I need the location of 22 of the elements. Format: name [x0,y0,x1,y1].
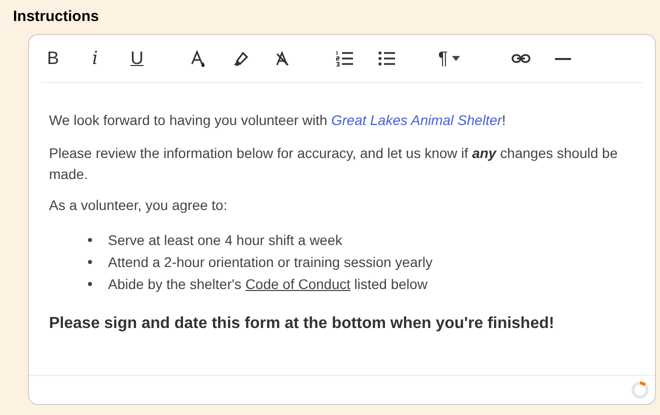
code-of-conduct-link[interactable]: Code of Conduct [245,276,350,292]
bullet-list-icon [377,48,397,68]
bullet-icon [88,238,92,242]
agreement-item: Serve at least one 4 hour shift a week [108,231,342,250]
bold-button[interactable]: B [41,44,65,72]
closing-note: Please sign and date this form at the bottom when you're finished! [49,314,556,334]
bullet-icon [88,282,92,286]
welcome-text: We look forward to having you volunteer with Great Lakes Animal Shelter! [49,111,507,130]
review-text: Please review the information below for accuracy, and let us know if any changes should be made. [49,144,619,184]
agreement-item: Abide by the shelter's Code of Conduct listed below [108,275,428,294]
loading-spinner-icon [630,380,650,400]
horizontal-rule-icon [555,58,571,60]
numbered-list-icon [335,48,355,68]
agreement-item: Attend a 2-hour orientation or training session yearly [108,253,433,272]
agreement-intro-text: As a volunteer, you agree to: [49,196,228,215]
section-title: Instructions [13,7,100,27]
italic-button[interactable]: i [83,44,107,72]
caret-icon [452,56,460,61]
underline-button[interactable]: U [125,44,149,72]
paragraph-format-button[interactable]: ¶ [437,44,461,72]
bullet-icon [88,260,92,264]
shelter-link[interactable]: Great Lakes Animal Shelter [331,112,502,128]
